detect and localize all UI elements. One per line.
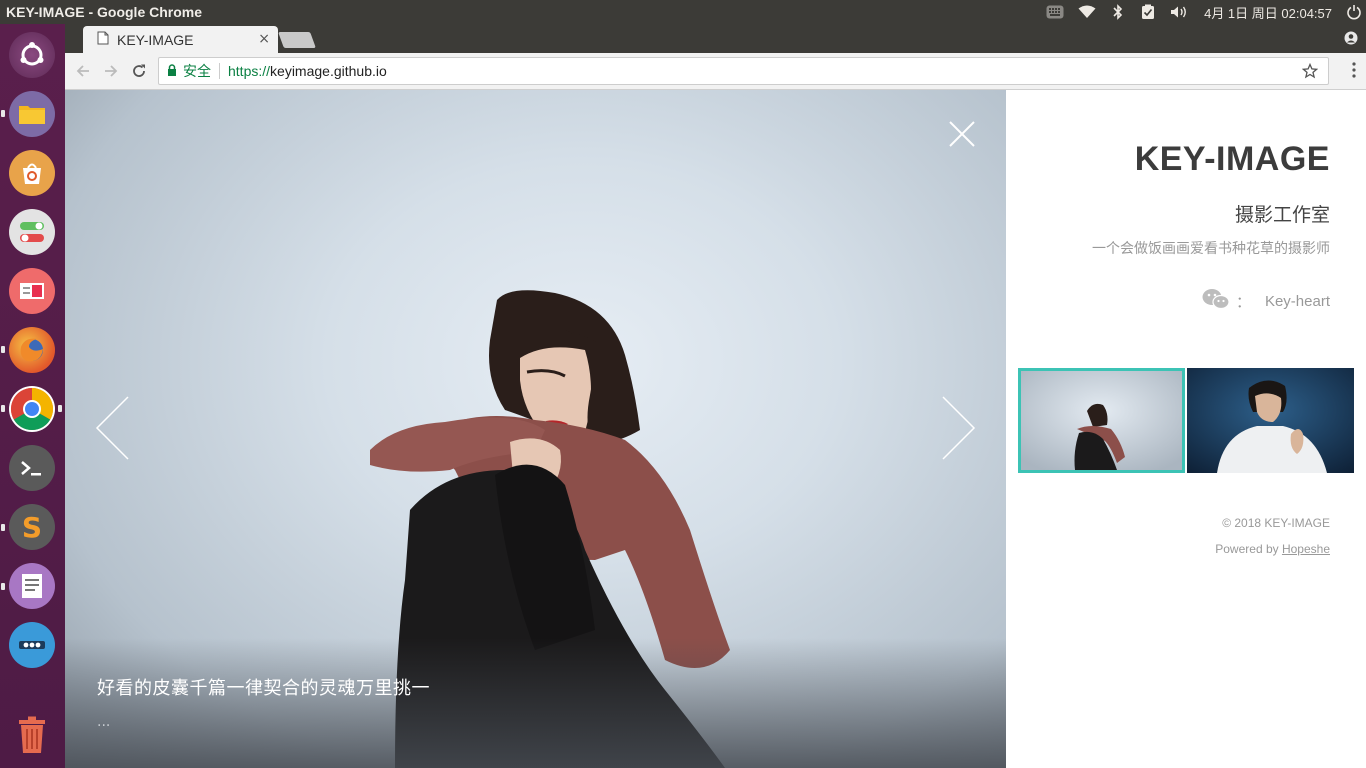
- power-icon[interactable]: [1346, 0, 1362, 24]
- wechat-id: Key-heart: [1264, 292, 1330, 310]
- bluetooth-icon[interactable]: [1110, 0, 1126, 24]
- lock-icon: [167, 63, 177, 79]
- files-icon[interactable]: [9, 91, 55, 137]
- system-tray: 4月 1日 周日 02:04:57: [1046, 0, 1362, 24]
- back-arrow-icon[interactable]: [73, 61, 93, 81]
- launcher-running-pip: [1, 110, 5, 117]
- browser-toolbar: 安全 https:// keyimage.github.io: [65, 53, 1366, 90]
- wechat-icon: [1202, 288, 1230, 314]
- caption-more: ...: [97, 714, 111, 730]
- tab-close-icon[interactable]: ×: [258, 31, 270, 47]
- next-arrow-icon[interactable]: [940, 395, 976, 461]
- thumbnail-man[interactable]: [1187, 368, 1354, 473]
- window-title: KEY-IMAGE - Google Chrome: [6, 4, 203, 20]
- unity-launcher: S: [0, 24, 65, 768]
- address-bar[interactable]: 安全 https:// keyimage.github.io: [158, 57, 1329, 85]
- bookmark-star-icon[interactable]: [1301, 62, 1319, 82]
- browser-menu-icon[interactable]: [1352, 62, 1356, 82]
- keyboard-icon[interactable]: [1046, 0, 1064, 24]
- software-center-icon[interactable]: [9, 150, 55, 196]
- profile-icon[interactable]: [1344, 30, 1358, 45]
- ubuntu-dash-icon[interactable]: [9, 32, 55, 78]
- powered-by-prefix: Powered by: [1215, 542, 1282, 556]
- clock-text[interactable]: 4月 1日 周日 02:04:57: [1204, 0, 1332, 24]
- thumbnail-woman[interactable]: [1018, 368, 1185, 473]
- launcher-running-pip: [1, 524, 5, 531]
- wechat-colon: ：: [1235, 293, 1251, 311]
- wechat-contact: ： Key-heart: [1202, 288, 1330, 314]
- terminal-icon[interactable]: [9, 445, 55, 491]
- security-label: 安全: [183, 63, 211, 79]
- sublime-text-icon[interactable]: S: [9, 504, 55, 550]
- volume-icon[interactable]: [1170, 0, 1190, 24]
- tab-key-image[interactable]: KEY-IMAGE ×: [83, 26, 278, 53]
- trash-icon[interactable]: [9, 712, 55, 758]
- forward-arrow-icon[interactable]: [101, 61, 121, 81]
- new-tab-button[interactable]: [278, 32, 316, 48]
- close-viewer-icon[interactable]: [948, 120, 976, 148]
- site-subtitle: 摄影工作室: [1234, 204, 1330, 226]
- launcher-running-pip: [1, 405, 5, 412]
- web-page: 好看的皮囊千篇一律契合的灵魂万里挑一 ... KEY-IMAGE 摄影工作室 一…: [65, 90, 1366, 768]
- launcher-focused-pip: [58, 405, 62, 412]
- site-description: 一个会做饭画画爱看书种花草的摄影师: [1092, 241, 1330, 257]
- url-host: keyimage.github.io: [270, 63, 387, 79]
- info-sidebar: KEY-IMAGE 摄影工作室 一个会做饭画画爱看书种花草的摄影师 ： Key-…: [1006, 90, 1366, 768]
- more-apps-icon[interactable]: [9, 622, 55, 668]
- text-editor-icon[interactable]: [9, 563, 55, 609]
- powered-by: Powered by Hopeshe: [1215, 542, 1330, 556]
- omnibox-divider: [219, 63, 220, 79]
- previous-arrow-icon[interactable]: [95, 395, 131, 461]
- impress-icon[interactable]: [9, 268, 55, 314]
- launcher-running-pip: [1, 583, 5, 590]
- chrome-icon[interactable]: [9, 386, 55, 432]
- settings-icon[interactable]: [9, 209, 55, 255]
- os-top-panel: KEY-IMAGE - Google Chrome 4月 1日 周日 02:04…: [0, 0, 1366, 24]
- battery-icon[interactable]: [1140, 0, 1156, 24]
- tab-title: KEY-IMAGE: [117, 31, 194, 48]
- copyright-text: © 2018 KEY-IMAGE: [1222, 516, 1330, 530]
- thumbnail-man-image: [1187, 368, 1354, 473]
- photo-caption: 好看的皮囊千篇一律契合的灵魂万里挑一: [97, 678, 430, 699]
- thumbnail-woman-image: [1021, 371, 1182, 470]
- page-icon: [97, 30, 109, 49]
- browser-window: KEY-IMAGE × 安全 https:// keyimage.github.…: [65, 24, 1366, 768]
- firefox-icon[interactable]: [9, 327, 55, 373]
- wifi-icon[interactable]: [1078, 0, 1096, 24]
- reload-icon[interactable]: [129, 61, 149, 81]
- url-scheme: https://: [228, 63, 271, 79]
- thumbnail-strip: [1018, 368, 1354, 473]
- tab-strip: KEY-IMAGE ×: [65, 24, 1366, 53]
- launcher-running-pip: [1, 346, 5, 353]
- site-title: KEY-IMAGE: [1134, 140, 1330, 178]
- photo-viewer: 好看的皮囊千篇一律契合的灵魂万里挑一 ...: [65, 90, 1006, 768]
- powered-by-link[interactable]: Hopeshe: [1282, 542, 1330, 556]
- photo-floor-shadow: [65, 638, 1006, 768]
